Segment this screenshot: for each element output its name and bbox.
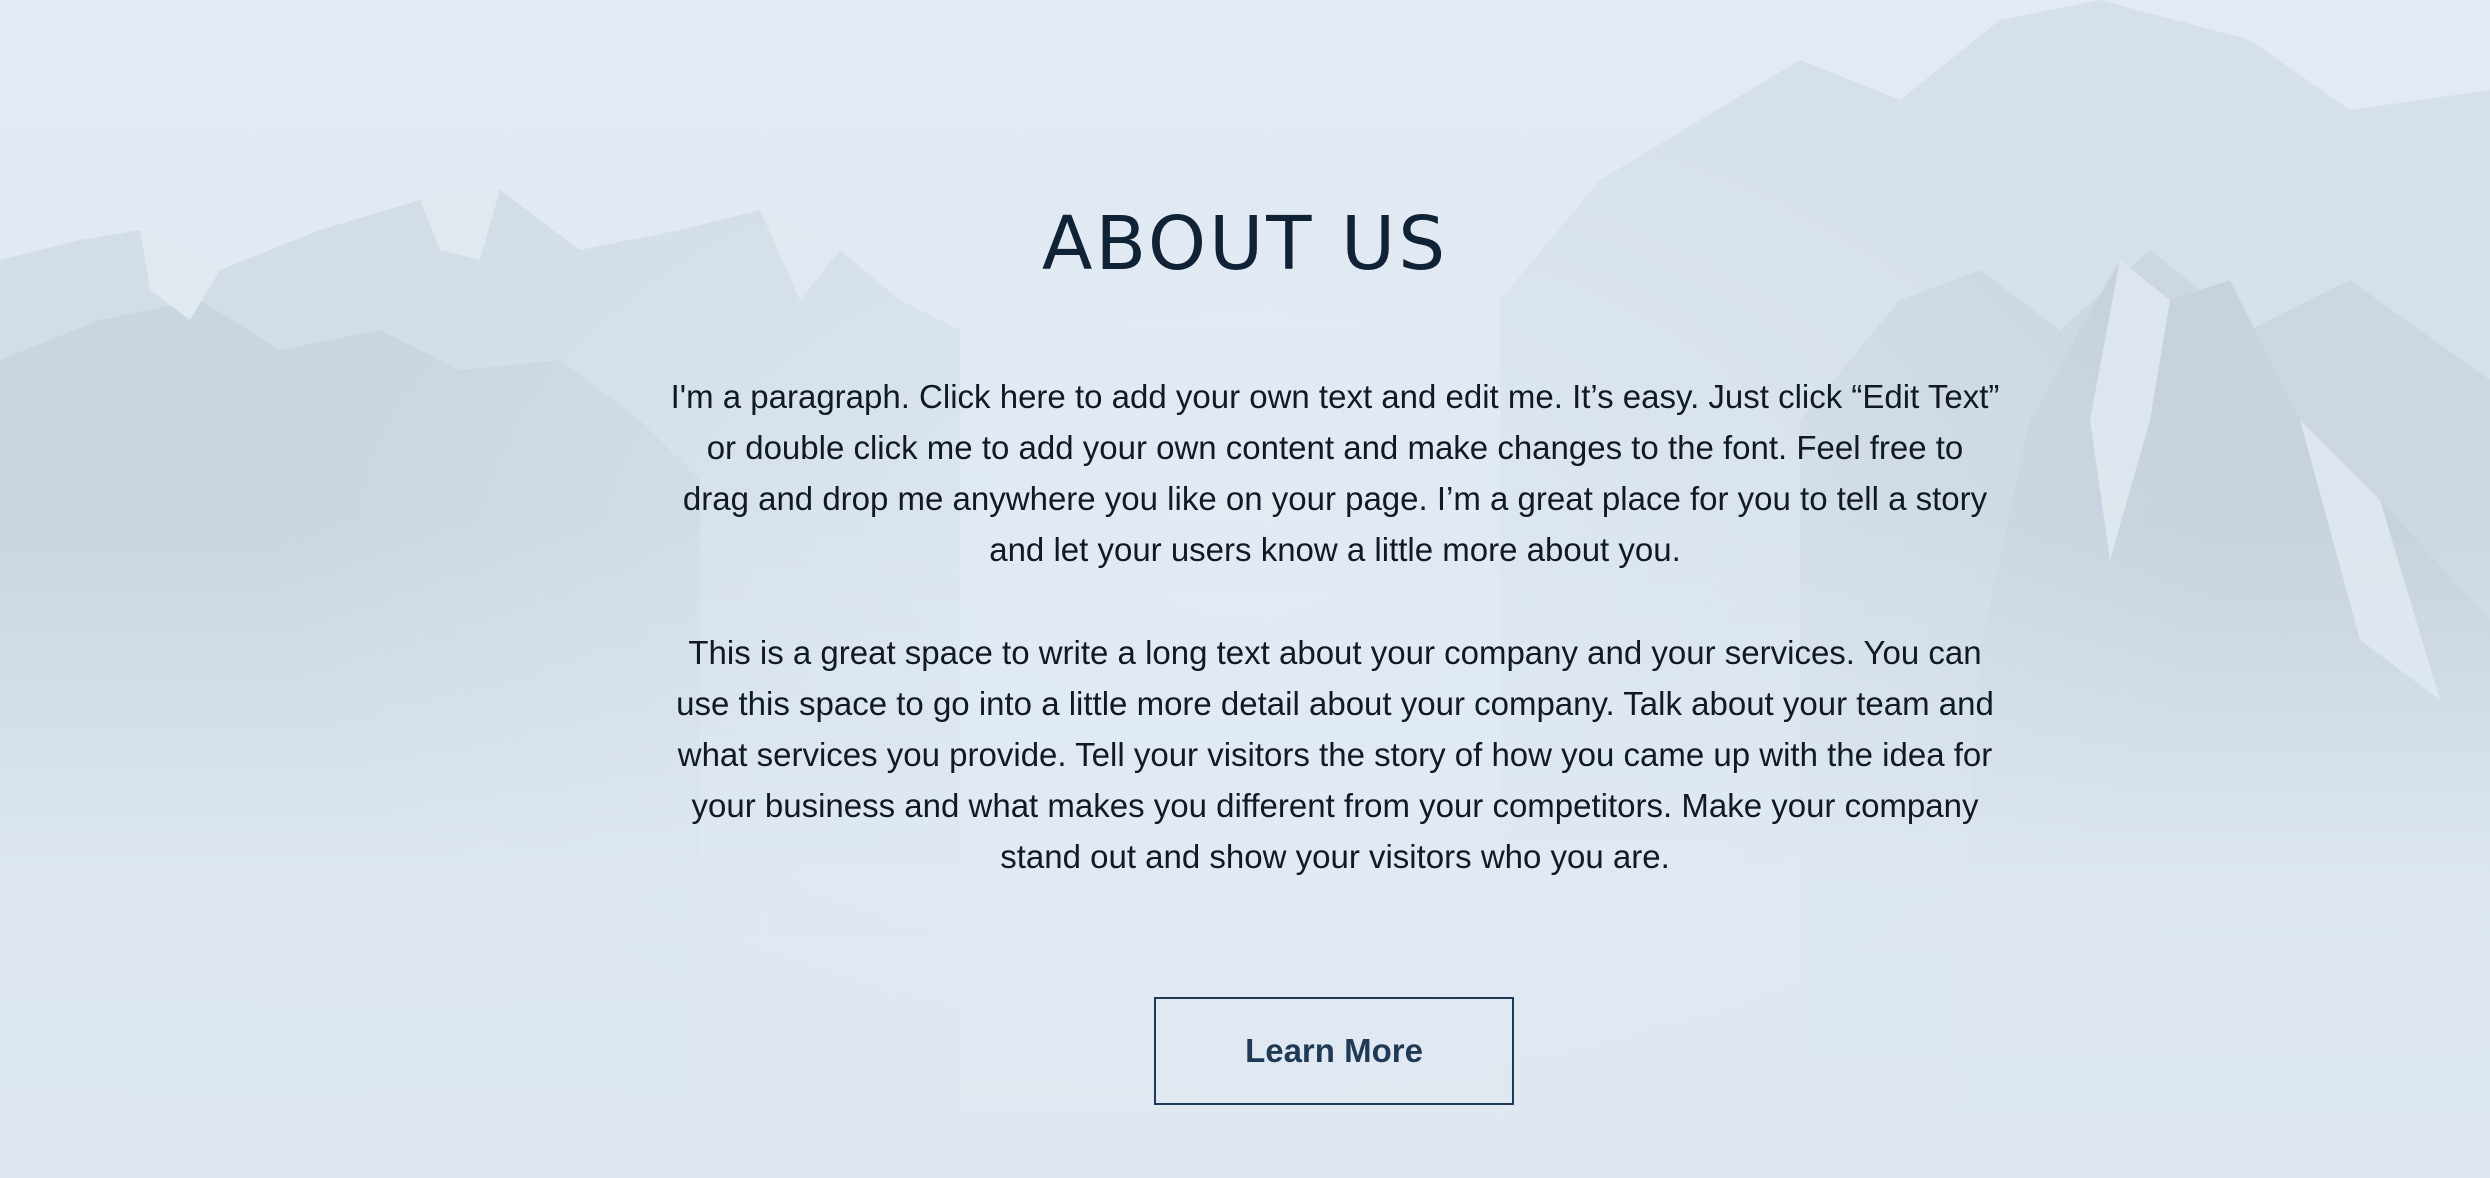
about-content: ABOUT US I'm a paragraph. Click here to … (0, 0, 2490, 1178)
about-section: ABOUT US I'm a paragraph. Click here to … (0, 0, 2490, 1178)
company-paragraph: This is a great space to write a long te… (676, 634, 1994, 875)
intro-paragraph: I'm a paragraph. Click here to add your … (670, 378, 2000, 568)
learn-more-button[interactable]: Learn More (1154, 997, 1514, 1105)
page-title: ABOUT US (1041, 201, 1449, 287)
